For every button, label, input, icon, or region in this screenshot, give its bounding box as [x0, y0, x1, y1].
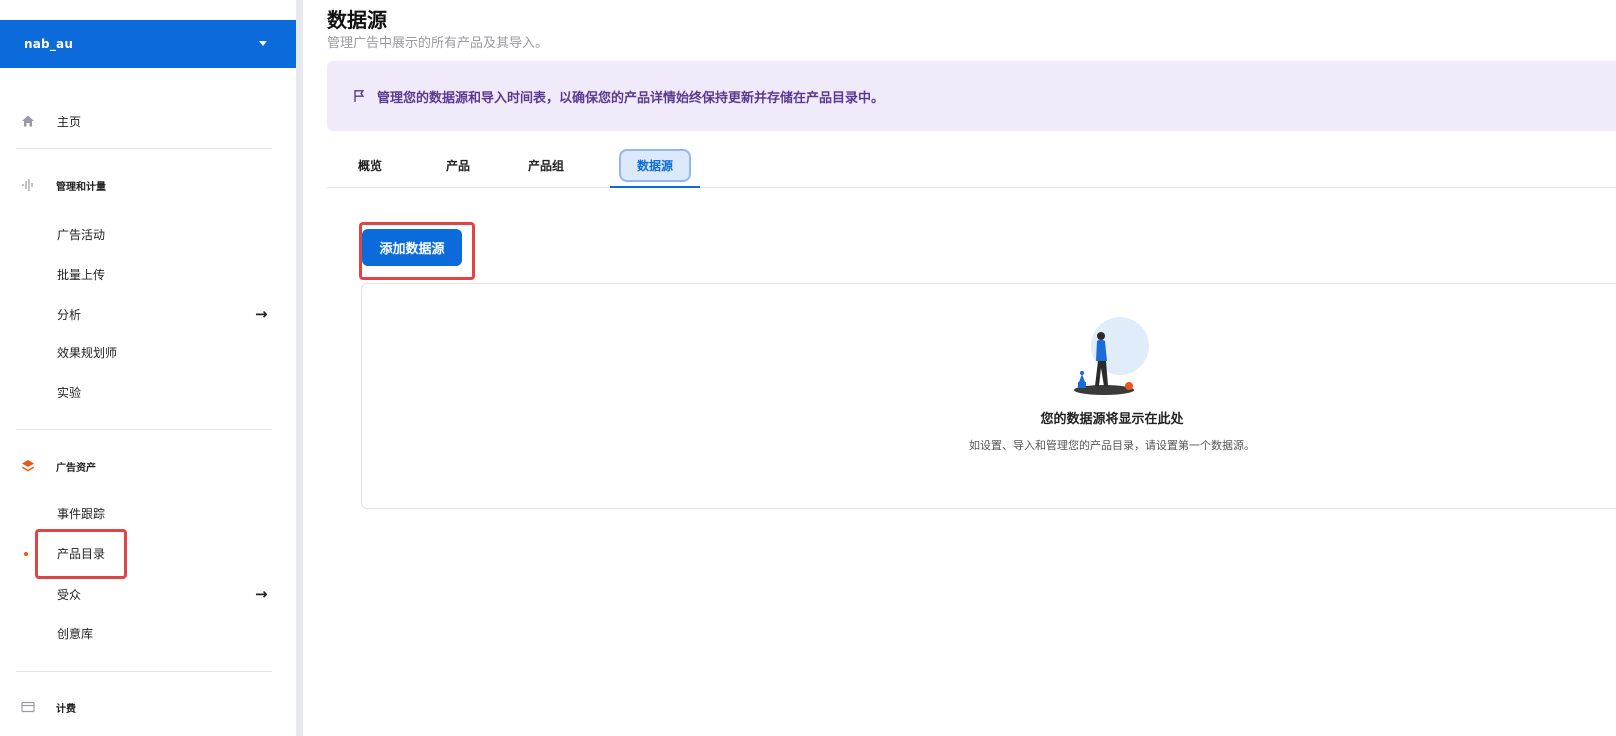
divider	[16, 671, 272, 672]
home-icon	[21, 114, 35, 128]
tab-data-sources[interactable]: 数据源	[619, 149, 691, 182]
sidebar-nav: nab_au 主页 管理和计量 广告活动 批量上传 分析 → 效果规划师 实验 …	[0, 0, 303, 736]
sidebar-item-experiments[interactable]: 实验	[0, 383, 296, 401]
page-title: 数据源	[327, 8, 387, 32]
account-name: nab_au	[24, 37, 74, 51]
add-data-source-button[interactable]: 添加数据源	[362, 229, 462, 266]
tab-product-groups[interactable]: 产品组	[513, 149, 579, 182]
empty-state-illustration	[1074, 317, 1149, 395]
tab-bar: 概览 产品 产品组 数据源	[327, 146, 1616, 188]
catalog-highlight	[35, 529, 127, 579]
sidebar-item-label: 受众	[57, 587, 82, 602]
sidebar-item-label: 分析	[57, 307, 82, 322]
sidebar-item-event-tracking[interactable]: 事件跟踪	[0, 504, 296, 522]
account-switcher[interactable]: nab_au	[0, 20, 303, 68]
arrow-right-icon: →	[255, 305, 268, 323]
sidebar-section-billing[interactable]: 计费	[0, 699, 296, 715]
sidebar-item-label: 创意库	[57, 626, 94, 641]
sidebar-item-label: 广告活动	[57, 227, 106, 242]
divider	[16, 429, 272, 430]
sidebar-item-label: 实验	[57, 385, 82, 400]
sidebar-section-label: 广告资产	[56, 462, 96, 474]
sidebar-item-audiences[interactable]: 受众 →	[0, 585, 296, 603]
sidebar-item-home[interactable]: 主页	[0, 112, 296, 130]
waveform-icon	[21, 178, 35, 192]
sidebar-item-analytics[interactable]: 分析 →	[0, 305, 296, 323]
sidebar-section-label: 管理和计量	[56, 181, 106, 193]
sidebar-item-label: 批量上传	[57, 267, 106, 282]
arrow-right-icon: →	[255, 585, 268, 603]
sidebar-item-planner[interactable]: 效果规划师	[0, 343, 296, 361]
sidebar-item-campaigns[interactable]: 广告活动	[0, 225, 296, 243]
sidebar-section-label: 计费	[56, 703, 76, 715]
page-subtitle: 管理广告中展示的所有产品及其导入。	[327, 36, 549, 51]
sidebar-section-assets[interactable]: 广告资产	[0, 458, 296, 474]
empty-state-card	[361, 283, 1616, 509]
sidebar: nab_au 主页 管理和计量 广告活动 批量上传 分析 → 效果规划师 实验 …	[0, 0, 303, 736]
sidebar-item-bulk-upload[interactable]: 批量上传	[0, 265, 296, 283]
chevron-down-icon	[259, 41, 267, 46]
sidebar-scrollbar[interactable]	[296, 0, 303, 736]
tab-products[interactable]: 产品	[429, 149, 487, 182]
empty-state-title: 您的数据源将显示在此处	[1040, 412, 1184, 427]
layers-icon	[21, 459, 35, 473]
sidebar-section-manage[interactable]: 管理和计量	[0, 177, 296, 193]
credit-card-icon	[21, 700, 35, 714]
banner-text: 管理您的数据源和导入时间表，以确保您的产品详情始终保持更新并存储在产品目录中。	[377, 91, 885, 106]
flag-icon	[353, 88, 365, 107]
sidebar-item-label: 效果规划师	[57, 345, 118, 360]
sidebar-item-creative-library[interactable]: 创意库	[0, 624, 296, 642]
empty-state-description: 如设置、导入和管理您的产品目录，请设置第一个数据源。	[969, 439, 1255, 452]
sidebar-item-label: 主页	[57, 114, 82, 129]
sidebar-item-label: 事件跟踪	[57, 506, 106, 521]
active-tab-underline	[610, 186, 700, 188]
tab-overview[interactable]: 概览	[341, 149, 399, 182]
divider	[16, 148, 272, 149]
info-banner: 管理您的数据源和导入时间表，以确保您的产品详情始终保持更新并存储在产品目录中。	[327, 61, 1616, 131]
